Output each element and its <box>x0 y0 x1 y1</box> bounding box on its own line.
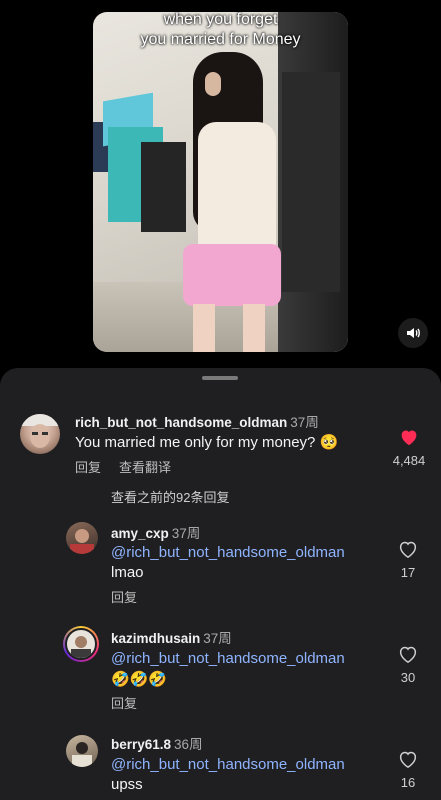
like-count: 4,484 <box>392 453 426 468</box>
avatar-image <box>65 628 97 660</box>
comment-time: 36周 <box>174 737 203 752</box>
heart-outline-icon <box>399 541 417 559</box>
view-previous-replies[interactable]: 查看之前的92条回复 <box>111 487 229 506</box>
shopping-bag <box>141 142 186 232</box>
comment-actions: 回复 查看翻译 <box>75 457 189 476</box>
username-text[interactable]: rich_but_not_handsome_oldman <box>75 415 287 430</box>
avatar[interactable] <box>66 735 98 767</box>
username-text[interactable]: kazimdhusain <box>111 631 200 646</box>
person-shorts <box>183 244 281 306</box>
comment-username[interactable]: berry61.8 36周 <box>111 733 203 753</box>
like-count: 30 <box>400 670 416 685</box>
comment-time: 37周 <box>203 631 232 646</box>
person-leg <box>193 304 215 352</box>
drag-handle[interactable] <box>202 376 238 380</box>
avatar-face-icon <box>71 636 91 658</box>
like-count: 17 <box>400 565 416 580</box>
like-button[interactable]: 4,484 <box>388 428 430 468</box>
heart-outline-icon <box>399 751 417 769</box>
like-button[interactable]: 30 <box>388 645 428 685</box>
comment-text: You married me only for my money? 🥺 <box>75 434 339 451</box>
heart-outline-icon <box>399 646 417 664</box>
video-player[interactable]: when you forget you married for Money <box>93 12 348 352</box>
comment-text: 🤣🤣🤣 <box>111 671 168 688</box>
avatar-face-icon <box>72 742 92 767</box>
like-button[interactable]: 16 <box>388 750 428 790</box>
translate-button[interactable]: 查看翻译 <box>119 460 171 475</box>
comment-username[interactable]: rich_but_not_handsome_oldman 37周 <box>75 411 319 431</box>
mention-link[interactable]: @rich_but_not_handsome_oldman <box>111 544 345 561</box>
reply-button[interactable]: 回复 <box>111 696 137 711</box>
caption-line: when you forget <box>163 12 278 28</box>
comments-sheet: rich_but_not_handsome_oldman 37周 You marr… <box>0 368 441 800</box>
comment-username[interactable]: kazimdhusain 37周 <box>111 627 232 647</box>
caption-line: you married for Money <box>140 31 301 48</box>
video-dark-room <box>282 72 340 292</box>
avatar[interactable] <box>66 522 98 554</box>
heart-filled-icon <box>401 430 417 446</box>
username-text[interactable]: berry61.8 <box>111 737 171 752</box>
person-sweater <box>198 122 276 252</box>
avatar-face-icon <box>20 414 60 448</box>
comment-actions: 回复 <box>111 693 155 712</box>
person-leg <box>243 304 265 352</box>
comment-actions: 回复 <box>111 587 155 606</box>
video-area: when you forget you married for Money <box>0 0 441 368</box>
person-face <box>205 72 221 96</box>
comment-username[interactable]: amy_cxp 37周 <box>111 522 200 542</box>
reply-button[interactable]: 回复 <box>111 590 137 605</box>
video-caption: when you forget you married for Money <box>93 12 348 50</box>
mention-link[interactable]: @rich_but_not_handsome_oldman <box>111 650 345 667</box>
speaker-icon <box>407 328 420 338</box>
comment-text: lmao <box>111 564 144 581</box>
comment-time: 37周 <box>290 415 319 430</box>
reply-button[interactable]: 回复 <box>75 460 101 475</box>
avatar[interactable] <box>20 414 60 454</box>
comment-text: upss <box>111 776 143 793</box>
like-button[interactable]: 17 <box>388 540 428 580</box>
comment-time: 37周 <box>171 526 201 541</box>
sound-button[interactable] <box>398 318 428 348</box>
avatar[interactable] <box>63 626 99 662</box>
username-text[interactable]: amy_cxp <box>111 526 169 541</box>
mention-link[interactable]: @rich_but_not_handsome_oldman <box>111 756 345 773</box>
like-count: 16 <box>400 775 416 790</box>
avatar-face-icon <box>70 529 94 554</box>
